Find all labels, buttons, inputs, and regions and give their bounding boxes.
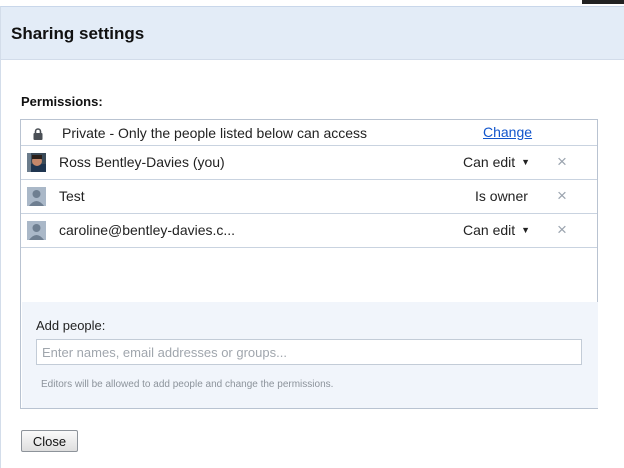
dropdown-arrow-icon: ▼ xyxy=(521,225,531,235)
access-row: Private - Only the people listed below c… xyxy=(21,120,597,146)
person-name: Ross Bentley-Davies (you) xyxy=(59,154,225,170)
role-label: Is owner xyxy=(475,188,528,204)
lock-icon xyxy=(33,128,43,140)
remove-person-icon[interactable]: × xyxy=(557,220,567,240)
person-name: Test xyxy=(59,188,85,204)
photo-avatar xyxy=(27,153,46,172)
default-avatar-icon xyxy=(27,187,46,206)
remove-person-icon[interactable]: × xyxy=(557,186,567,206)
role-label: Can edit xyxy=(463,222,516,238)
person-row: Test Is owner × xyxy=(21,180,597,214)
remove-person-icon[interactable]: × xyxy=(557,152,567,172)
person-row: Ross Bentley-Davies (you) Can edit ▼ × xyxy=(21,146,597,180)
access-description: Private - Only the people listed below c… xyxy=(62,125,368,141)
change-access-link[interactable]: Change xyxy=(483,124,532,140)
background-fragment xyxy=(582,0,624,4)
default-avatar-icon xyxy=(27,221,46,240)
close-button[interactable]: Close xyxy=(21,430,78,452)
permissions-label: Permissions: xyxy=(21,94,103,109)
add-people-input[interactable] xyxy=(36,339,582,365)
permissions-hint: Editors will be allowed to add people an… xyxy=(41,379,334,390)
role-label: Can edit xyxy=(463,154,516,170)
role-dropdown[interactable]: Can edit ▼ xyxy=(463,154,530,170)
dialog-title: Sharing settings xyxy=(11,24,145,43)
sharing-dialog: Sharing settings Permissions: Private - … xyxy=(0,6,624,468)
dropdown-arrow-icon: ▼ xyxy=(521,157,531,167)
person-row: caroline@bentley-davies.c... Can edit ▼ × xyxy=(21,214,597,248)
role-dropdown[interactable]: Can edit ▼ xyxy=(463,222,530,238)
add-people-label: Add people: xyxy=(36,318,106,333)
permissions-box: Private - Only the people listed below c… xyxy=(20,119,598,409)
add-people-panel: Add people: Editors will be allowed to a… xyxy=(22,302,598,408)
dialog-titlebar: Sharing settings xyxy=(1,7,624,60)
person-name: caroline@bentley-davies.c... xyxy=(59,222,236,238)
